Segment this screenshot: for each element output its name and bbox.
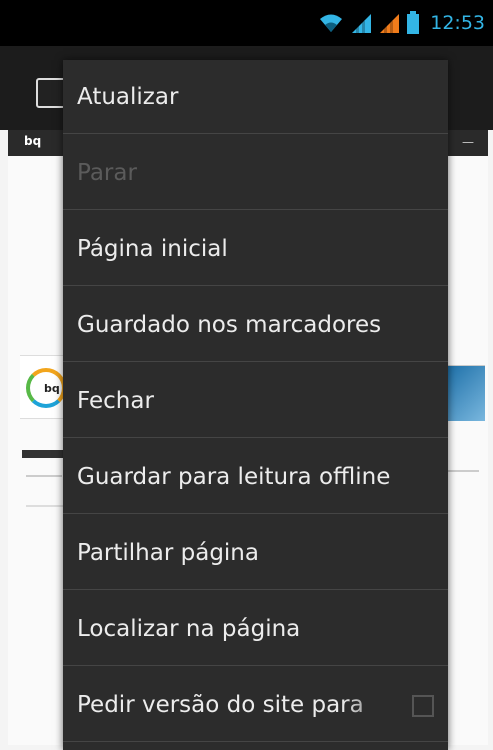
menu-item-label: Localizar na página [77,616,301,642]
site-favicon-icon[interactable] [36,78,66,108]
wifi-icon [320,14,343,32]
page-text-line [26,505,66,507]
menu-item-share-page[interactable]: Partilhar página [63,516,448,590]
battery-icon [407,11,420,34]
menu-item-stop[interactable]: Parar [63,136,448,210]
menu-item-label: Página inicial [77,236,228,262]
page-image [445,365,485,421]
status-bar: 12:53 [0,0,493,46]
menu-item-close[interactable]: Fechar [63,364,448,438]
menu-item-save-offline[interactable]: Guardar para leitura offline [63,440,448,514]
menu-item-label: Pedir versão do site para [77,692,364,718]
page-logo-text: bq [44,382,60,395]
signal-icon [352,14,372,33]
menu-item-refresh[interactable]: Atualizar [63,60,448,134]
menu-item-bookmarks[interactable]: Guardado nos marcadores [63,288,448,362]
browser-options-menu: Atualizar Parar Página inicial Guardado … [63,60,448,750]
page-text-line [26,475,62,477]
menu-item-home[interactable]: Página inicial [63,212,448,286]
signal-icon [380,14,400,33]
menu-item-label: Guardar para leitura offline [77,464,391,490]
menu-item-label: Parar [77,160,137,186]
menu-item-find-in-page[interactable]: Localizar na página [63,592,448,666]
status-icons: 12:53 [318,10,485,36]
menu-item-label: Guardado nos marcadores [77,312,382,338]
tab-label: bq [24,134,42,148]
menu-item-label: Fechar [77,388,154,414]
tab-arrow: — [462,135,474,149]
menu-item-label: Partilhar página [77,540,259,566]
page-text-line [447,470,479,472]
label-fade [342,668,402,741]
desktop-site-checkbox[interactable] [412,695,434,717]
menu-item-label: Atualizar [77,84,179,110]
menu-item-request-desktop-site[interactable]: Pedir versão do site para [63,668,448,742]
status-time: 12:53 [430,12,485,34]
